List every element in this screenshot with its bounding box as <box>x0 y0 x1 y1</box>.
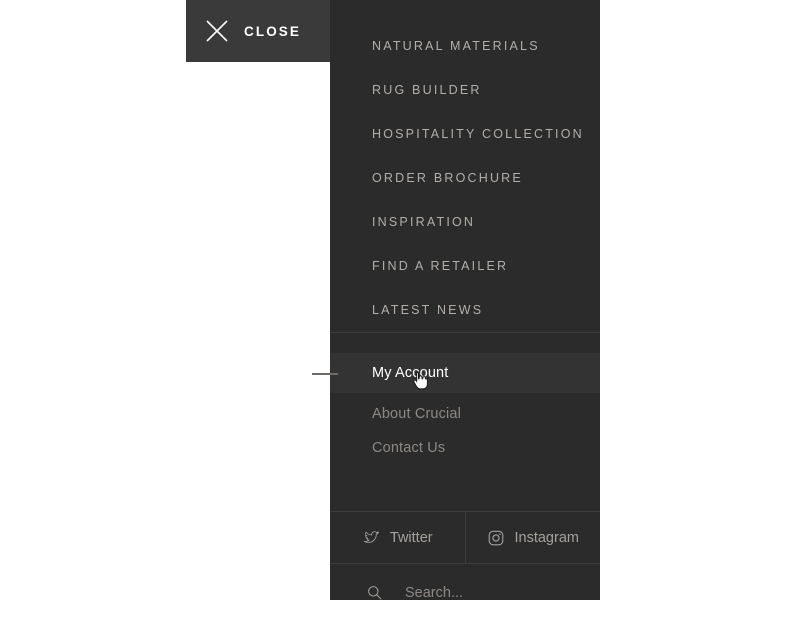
nav-item-inspiration[interactable]: INSPIRATION <box>330 200 600 244</box>
nav-item-hospitality-collection[interactable]: HOSPITALITY COLLECTION <box>330 112 600 156</box>
social-link-instagram[interactable]: Instagram <box>464 512 601 563</box>
nav-item-my-account-label: My Account <box>372 365 449 381</box>
nav-item-my-account[interactable]: My Account <box>312 353 600 393</box>
nav-item-natural-materials[interactable]: NATURAL MATERIALS <box>330 24 600 68</box>
primary-navigation: NATURAL MATERIALS RUG BUILDER HOSPITALIT… <box>330 0 600 332</box>
close-menu-button[interactable]: CLOSE <box>186 0 330 62</box>
nav-item-order-brochure[interactable]: ORDER BROCHURE <box>330 156 600 200</box>
social-link-twitter-label: Twitter <box>389 529 433 546</box>
instagram-icon <box>488 530 503 545</box>
secondary-nav-spacer <box>330 333 600 353</box>
twitter-icon <box>363 530 379 543</box>
close-x-icon <box>206 20 228 42</box>
nav-item-contact-us[interactable]: Contact Us <box>330 431 600 465</box>
nav-item-about-crucial[interactable]: About Crucial <box>330 397 600 431</box>
social-links-row: Twitter Instagram <box>330 511 600 564</box>
nav-item-find-a-retailer[interactable]: FIND A RETAILER <box>330 244 600 288</box>
search-row[interactable] <box>330 564 600 621</box>
search-input[interactable] <box>403 583 597 602</box>
active-item-dash-marker <box>312 373 338 375</box>
close-label: CLOSE <box>244 23 302 39</box>
social-link-instagram-label: Instagram <box>514 529 579 546</box>
secondary-nav-bottom-spacer <box>330 465 600 511</box>
navigation-drawer: NATURAL MATERIALS RUG BUILDER HOSPITALIT… <box>312 0 600 602</box>
nav-item-rug-builder[interactable]: RUG BUILDER <box>330 68 600 112</box>
search-icon <box>368 586 382 600</box>
nav-item-latest-news[interactable]: LATEST NEWS <box>330 288 600 332</box>
social-link-twitter[interactable]: Twitter <box>330 512 465 563</box>
secondary-navigation: My Account About Crucial Contact Us <box>312 353 600 511</box>
